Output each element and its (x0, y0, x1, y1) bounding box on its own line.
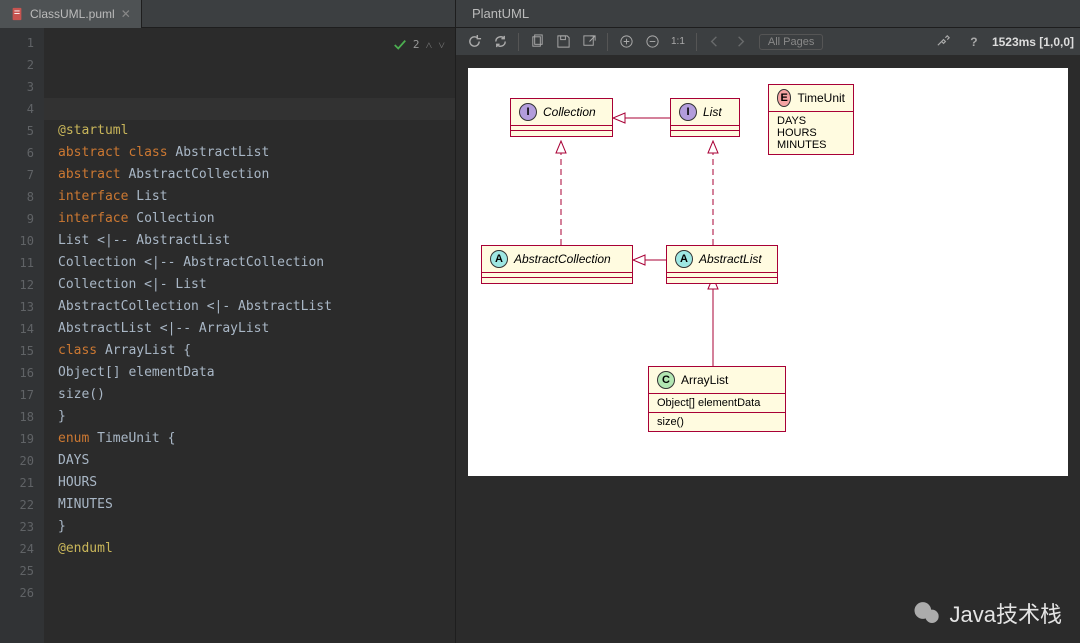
save-button[interactable] (551, 30, 575, 54)
checkmark-icon (393, 38, 407, 52)
refresh-button[interactable] (462, 30, 486, 54)
uml-enum-timeunit: ETimeUnit DAYS HOURS MINUTES (768, 84, 854, 155)
uml-class-collection: ICollection (510, 98, 613, 137)
help-button[interactable]: ? (962, 30, 986, 54)
current-line-highlight (44, 98, 455, 120)
line-gutter: 1234567891011121314151617181920212223242… (0, 28, 44, 643)
interface-badge: I (519, 103, 537, 121)
uml-canvas[interactable]: ICollection IList ETimeUnit DAYS HOURS M… (468, 68, 1068, 476)
watermark: Java技术栈 (912, 597, 1062, 629)
close-icon[interactable]: ✕ (121, 7, 131, 21)
zoom-reset-button[interactable]: 1:1 (666, 30, 690, 54)
file-icon (10, 7, 24, 21)
uml-class-abstractcollection: AAbstractCollection (481, 245, 633, 284)
code-lines[interactable]: @startumlabstract class AbstractListabst… (58, 120, 455, 560)
uml-class-list: IList (670, 98, 740, 137)
uml-class-arraylist: CArrayList Object[] elementData size() (648, 366, 786, 432)
copy-button[interactable] (525, 30, 549, 54)
code-editor[interactable]: 1234567891011121314151617181920212223242… (0, 28, 455, 643)
next-issue-button[interactable]: ˅ (438, 34, 445, 56)
file-tab-label: ClassUML.puml (30, 7, 115, 21)
zoom-out-button[interactable] (640, 30, 664, 54)
render-time-label: 1523ms [1,0,0] (992, 35, 1074, 49)
inspection-status: 2 ˄ ˅ (393, 34, 445, 56)
auto-refresh-button[interactable] (488, 30, 512, 54)
all-pages-button[interactable]: All Pages (759, 34, 823, 50)
panel-title: PlantUML (472, 6, 529, 21)
next-page-button[interactable] (729, 30, 753, 54)
abstract-badge: A (675, 250, 693, 268)
export-button[interactable] (577, 30, 601, 54)
preview-toolbar: 1:1 All Pages ? 1523ms [1,0,0] (456, 28, 1080, 56)
uml-class-abstractlist: AAbstractList (666, 245, 778, 284)
wechat-icon (912, 598, 942, 628)
abstract-badge: A (490, 250, 508, 268)
enum-badge: E (777, 89, 791, 107)
plantuml-preview-panel: 1:1 All Pages ? 1523ms [1,0,0] (455, 28, 1080, 643)
zoom-in-button[interactable] (614, 30, 638, 54)
prev-issue-button[interactable]: ˄ (425, 34, 432, 56)
file-tab[interactable]: ClassUML.puml ✕ (0, 0, 142, 28)
settings-button[interactable] (932, 30, 956, 54)
prev-page-button[interactable] (703, 30, 727, 54)
interface-badge: I (679, 103, 697, 121)
issue-count: 2 (413, 34, 420, 56)
class-badge: C (657, 371, 675, 389)
